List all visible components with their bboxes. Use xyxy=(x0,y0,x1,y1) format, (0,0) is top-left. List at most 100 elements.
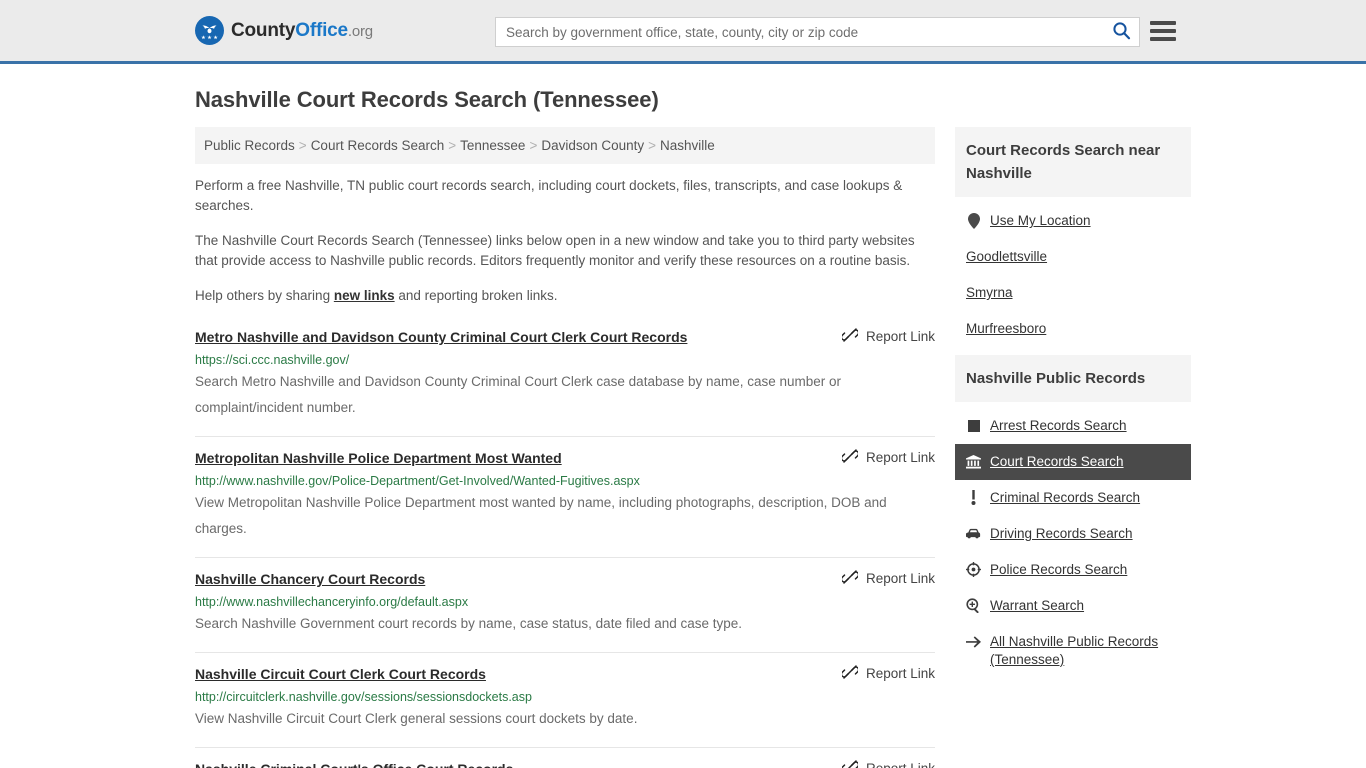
intro-paragraph-3: Help others by sharing new links and rep… xyxy=(195,286,935,306)
nearby-item-label: Goodlettsville xyxy=(966,249,1048,264)
result-url-link[interactable]: http://www.nashville.gov/Police-Departme… xyxy=(195,473,935,489)
result-url-link[interactable]: http://circuitclerk.nashville.gov/sessio… xyxy=(195,689,935,705)
result-description: Search Metro Nashville and Davidson Coun… xyxy=(195,374,842,415)
arrow-right-icon xyxy=(966,633,981,650)
result-title-link[interactable]: Nashville Chancery Court Records xyxy=(195,570,425,588)
public-records-list: Arrest Records Search Court Records Searc… xyxy=(955,402,1191,678)
breadcrumb-item-public-records[interactable]: Public Records xyxy=(204,138,295,153)
result-item: Nashville Criminal Court's Office Court … xyxy=(195,748,935,768)
intro-p3-before: Help others by sharing xyxy=(195,288,334,303)
breadcrumb-item-tennessee[interactable]: Tennessee xyxy=(460,138,525,153)
police-badge-icon xyxy=(966,561,981,578)
public-records-item-label: Warrant Search xyxy=(990,598,1085,613)
list-item: Arrest Records Search xyxy=(955,408,1191,444)
result-header: Metropolitan Nashville Police Department… xyxy=(195,449,935,467)
public-records-item-label: Court Records Search xyxy=(990,454,1124,469)
logo-text-office: Office xyxy=(295,19,348,41)
results-list: Metro Nashville and Davidson County Crim… xyxy=(195,321,935,768)
list-item: Driving Records Search xyxy=(955,516,1191,552)
result-header: Nashville Chancery Court Records Report L… xyxy=(195,570,935,588)
intro-paragraph-2: The Nashville Court Records Search (Tenn… xyxy=(195,233,915,268)
report-link-label: Report Link xyxy=(865,329,935,344)
result-title-link[interactable]: Metropolitan Nashville Police Department… xyxy=(195,449,562,467)
hamburger-menu-icon[interactable] xyxy=(1150,18,1176,44)
list-item: Goodlettsville xyxy=(955,239,1191,275)
site-header: CountyOffice.org xyxy=(0,0,1366,64)
public-records-item-label: Police Records Search xyxy=(990,562,1128,577)
search-input[interactable] xyxy=(496,18,1103,46)
search-icon xyxy=(1112,21,1131,43)
public-records-item-court-records-search[interactable]: Court Records Search xyxy=(955,444,1191,480)
map-pin-icon xyxy=(966,212,981,229)
result-item: Metro Nashville and Davidson County Crim… xyxy=(195,321,935,437)
public-records-item-criminal-records-search[interactable]: Criminal Records Search xyxy=(955,480,1191,516)
public-records-item-all-nashville-public-records-tennessee[interactable]: All Nashville Public Records (Tennessee) xyxy=(955,624,1191,678)
site-logo[interactable]: CountyOffice.org xyxy=(195,16,373,45)
public-records-item-driving-records-search[interactable]: Driving Records Search xyxy=(955,516,1191,552)
report-link-button[interactable]: Report Link xyxy=(840,448,935,467)
result-item: Nashville Chancery Court Records Report L… xyxy=(195,558,935,653)
nearby-item-label: Use My Location xyxy=(990,213,1091,228)
list-item: Smyrna xyxy=(955,275,1191,311)
logo-text-county: County xyxy=(231,19,296,41)
report-link-label: Report Link xyxy=(865,450,935,465)
main-column: Public Records > Court Records Search > Tenn… xyxy=(195,127,935,768)
broken-link-icon xyxy=(840,448,860,467)
list-item: Use My Location xyxy=(955,203,1191,239)
magnifier-plus-icon xyxy=(966,597,981,614)
eagle-shield-icon xyxy=(195,16,224,45)
public-records-item-label: All Nashville Public Records (Tennessee) xyxy=(990,634,1159,667)
public-records-item-police-records-search[interactable]: Police Records Search xyxy=(955,552,1191,588)
result-url-link[interactable]: http://www.nashvillechanceryinfo.org/def… xyxy=(195,594,935,610)
result-title-link[interactable]: Nashville Circuit Court Clerk Court Reco… xyxy=(195,665,486,683)
broken-link-icon xyxy=(840,327,860,346)
list-item: Criminal Records Search xyxy=(955,480,1191,516)
result-item: Nashville Circuit Court Clerk Court Reco… xyxy=(195,653,935,748)
nearby-searches-list: Use My Location Goodlettsville Smyrna Murfr… xyxy=(955,197,1191,347)
public-records-box: Nashville Public Records Arrest Records … xyxy=(955,355,1191,678)
page-title: Nashville Court Records Search (Tennesse… xyxy=(195,87,659,112)
intro-text: Perform a free Nashville, TN public cour… xyxy=(195,176,935,306)
result-title-link[interactable]: Nashville Criminal Court's Office Court … xyxy=(195,760,513,768)
exclamation-icon xyxy=(966,489,981,506)
nearby-item-use-my-location[interactable]: Use My Location xyxy=(955,203,1191,239)
list-item: Murfreesboro xyxy=(955,311,1191,347)
logo-wordmark: CountyOffice.org xyxy=(231,20,373,42)
result-description: Search Nashville Government court record… xyxy=(195,616,743,631)
report-link-button[interactable]: Report Link xyxy=(840,327,935,346)
breadcrumb-item-davidson-county[interactable]: Davidson County xyxy=(541,138,644,153)
breadcrumb-separator: > xyxy=(529,138,538,153)
intro-paragraph-1: Perform a free Nashville, TN public cour… xyxy=(195,178,903,213)
breadcrumb-item-nashville[interactable]: Nashville xyxy=(660,138,715,153)
report-link-button[interactable]: Report Link xyxy=(840,759,935,768)
list-item: Warrant Search xyxy=(955,588,1191,624)
public-records-heading: Nashville Public Records xyxy=(955,355,1191,402)
page-body: Nashville Court Records Search (Tennesse… xyxy=(0,87,1366,768)
public-records-item-label: Driving Records Search xyxy=(990,526,1133,541)
public-records-item-warrant-search[interactable]: Warrant Search xyxy=(955,588,1191,624)
new-links-link[interactable]: new links xyxy=(334,288,395,303)
breadcrumb-separator: > xyxy=(298,138,307,153)
public-records-item-label: Criminal Records Search xyxy=(990,490,1141,505)
nearby-item-murfreesboro[interactable]: Murfreesboro xyxy=(955,311,1191,347)
car-icon xyxy=(966,525,981,542)
nearby-item-smyrna[interactable]: Smyrna xyxy=(955,275,1191,311)
search-button[interactable] xyxy=(1103,18,1139,46)
nearby-searches-box: Court Records Search near Nashville Use … xyxy=(955,127,1191,347)
report-link-button[interactable]: Report Link xyxy=(840,664,935,683)
list-item: Court Records Search xyxy=(955,444,1191,480)
result-url-link[interactable]: https://sci.ccc.nashville.gov/ xyxy=(195,352,935,368)
nearby-item-goodlettsville[interactable]: Goodlettsville xyxy=(955,239,1191,275)
result-title-link[interactable]: Metro Nashville and Davidson County Crim… xyxy=(195,328,687,346)
report-link-label: Report Link xyxy=(865,666,935,681)
public-records-item-arrest-records-search[interactable]: Arrest Records Search xyxy=(955,408,1191,444)
result-header: Nashville Criminal Court's Office Court … xyxy=(195,760,935,768)
report-link-label: Report Link xyxy=(865,571,935,586)
nearby-item-label: Smyrna xyxy=(966,285,1013,300)
logo-text-org: .org xyxy=(347,22,373,40)
report-link-button[interactable]: Report Link xyxy=(840,569,935,588)
report-link-label: Report Link xyxy=(866,761,935,768)
breadcrumb-item-court-records-search[interactable]: Court Records Search xyxy=(311,138,445,153)
courthouse-icon xyxy=(966,453,981,470)
intro-p3-after: and reporting broken links. xyxy=(394,288,558,303)
